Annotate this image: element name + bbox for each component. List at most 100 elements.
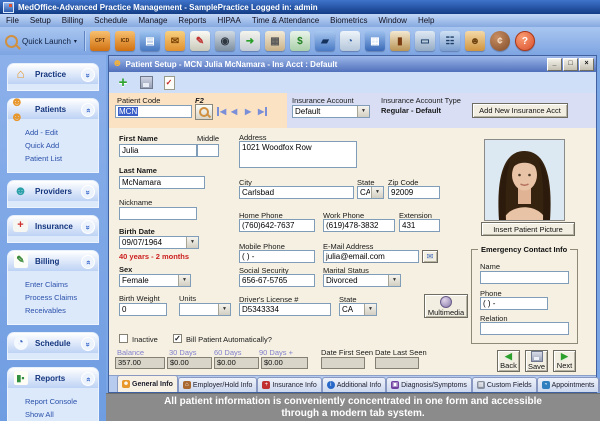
address-input[interactable]: 1021 Woodfox Row	[239, 141, 357, 168]
collapse-chevron-icon[interactable]	[81, 372, 95, 386]
camera-icon[interactable]: ◉	[215, 31, 235, 51]
icd-codes-icon[interactable]: ICD	[115, 31, 135, 51]
multimedia-button[interactable]: Multimedia	[424, 294, 468, 318]
sidebar-item-quick-add[interactable]: Quick Add	[25, 141, 98, 150]
menu-file[interactable]: File	[6, 16, 19, 25]
claims-export-icon[interactable]: ➜	[240, 31, 260, 51]
tab-diagnosis-symptoms[interactable]: ▣Diagnosis/Symptoms	[386, 377, 472, 392]
birth-weight-input[interactable]: 0	[119, 303, 167, 316]
menu-setup[interactable]: Setup	[30, 16, 51, 25]
tab-employer-hold-info[interactable]: ⌂Employer/Hold Info	[178, 377, 258, 392]
network-users-icon[interactable]: ☷	[440, 31, 460, 51]
verify-button[interactable]: ✓	[159, 74, 179, 91]
last-name-input[interactable]: McNamara	[119, 176, 205, 189]
middle-input[interactable]	[197, 144, 219, 157]
menu-biometrics[interactable]: Biometrics	[330, 16, 367, 25]
inactive-checkbox[interactable]	[119, 334, 128, 343]
sidebar-item-receivables[interactable]: Receivables	[25, 306, 98, 315]
fee-calculator-icon[interactable]: ▦	[265, 31, 285, 51]
email-input[interactable]: julia@email.com	[323, 250, 419, 263]
close-button[interactable]	[579, 58, 594, 71]
menu-reports[interactable]: Reports	[178, 16, 206, 25]
emergency-name-input[interactable]	[480, 271, 569, 284]
sidebar-item-process-claims[interactable]: Process Claims	[25, 293, 98, 302]
back-button[interactable]: ◀ Back	[497, 350, 520, 372]
patient-card-icon[interactable]: ▤	[140, 31, 160, 51]
send-email-button[interactable]: ✉	[422, 250, 438, 263]
vehicle-icon[interactable]: ▰	[315, 31, 335, 51]
expand-chevron-icon[interactable]	[81, 220, 95, 234]
statements-icon[interactable]: $	[290, 31, 310, 51]
quick-launch-label[interactable]: Quick Launch	[22, 37, 71, 46]
sidebar-item-show-all[interactable]: Show All	[25, 410, 98, 419]
mobile-phone-input[interactable]: ( ) -	[239, 250, 315, 263]
next-button[interactable]: ▶ Next	[553, 350, 576, 372]
insert-patient-picture-button[interactable]: Insert Patient Picture	[481, 222, 575, 236]
sidebar-item-add-edit[interactable]: Add - Edit	[25, 128, 98, 137]
collapse-chevron-icon[interactable]	[81, 255, 95, 269]
cpt-codes-icon[interactable]: CPT	[90, 31, 110, 51]
save-button[interactable]: Save	[525, 350, 548, 372]
minimize-button[interactable]	[547, 58, 562, 71]
report-clock-icon[interactable]: ◔	[340, 31, 360, 51]
previous-record-button[interactable]: ◀	[231, 107, 237, 116]
collapse-chevron-icon[interactable]	[81, 103, 95, 117]
next-record-button[interactable]: ▶	[245, 107, 251, 116]
first-record-button[interactable]: ◀	[217, 107, 226, 116]
save-patient-button[interactable]	[136, 74, 156, 91]
insurance-account-select[interactable]: Default	[292, 105, 370, 118]
last-record-button[interactable]: ▶	[258, 107, 267, 116]
chart-report-icon[interactable]: ▮	[390, 31, 410, 51]
tab-appointments[interactable]: ◔Appointments	[537, 377, 600, 392]
work-phone-input[interactable]: (619)478-3832	[323, 219, 395, 232]
add-patient-button[interactable]: +	[113, 74, 133, 91]
expand-chevron-icon[interactable]	[81, 185, 95, 199]
sidebar-item-patient-list[interactable]: Patient List	[25, 154, 98, 163]
state-select[interactable]: CA	[357, 186, 384, 199]
home-phone-input[interactable]: (760)642-7637	[239, 219, 315, 232]
zip-code-input[interactable]: 92009	[388, 186, 440, 199]
menu-manage[interactable]: Manage	[139, 16, 168, 25]
emergency-relation-input[interactable]	[480, 322, 569, 335]
nickname-input[interactable]	[119, 207, 197, 220]
expand-chevron-icon[interactable]	[81, 68, 95, 82]
patient-code-input[interactable]: MCN	[115, 105, 192, 118]
menu-hipaa[interactable]: HIPAA	[217, 16, 240, 25]
chevron-down-icon[interactable]: ▾	[74, 38, 77, 45]
menu-window[interactable]: Window	[379, 16, 407, 25]
dl-state-select[interactable]: CA	[339, 303, 377, 316]
first-name-input[interactable]: Julia	[119, 144, 197, 157]
search-icon[interactable]	[5, 35, 18, 48]
extension-input[interactable]: 431	[399, 219, 440, 232]
menu-help[interactable]: Help	[418, 16, 434, 25]
maximize-button[interactable]	[563, 58, 578, 71]
sidebar-item-report-console[interactable]: Report Console	[25, 397, 98, 406]
patient-search-button[interactable]	[195, 104, 213, 120]
user-log-icon[interactable]: ☻	[465, 31, 485, 51]
bill-automatically-checkbox[interactable]	[173, 334, 182, 343]
tab-insurance-info[interactable]: +Insurance Info	[257, 377, 321, 392]
birth-date-input[interactable]: 09/07/1964	[119, 236, 199, 249]
marital-status-select[interactable]: Divorced	[323, 274, 401, 287]
menu-time-attendance[interactable]: Time & Attendance	[252, 16, 319, 25]
tab-custom-fields[interactable]: ▦Custom Fields	[472, 377, 537, 392]
ssn-input[interactable]: 656-67-5765	[239, 274, 315, 287]
tab-general-info[interactable]: ☻General Info	[117, 375, 178, 392]
sidebar-item-enter-claims[interactable]: Enter Claims	[25, 280, 98, 289]
coin-icon[interactable]: ¢	[490, 31, 510, 51]
tab-additional-info[interactable]: iAdditional Info	[322, 377, 386, 392]
help-icon[interactable]: ?	[515, 31, 535, 51]
expand-chevron-icon[interactable]	[81, 337, 95, 351]
menu-billing[interactable]: Billing	[62, 16, 83, 25]
city-input[interactable]: Carlsbad	[239, 186, 354, 199]
drivers-license-input[interactable]: D5343334	[239, 303, 331, 316]
calendar-icon[interactable]: ▦	[365, 31, 385, 51]
patient-notes-icon[interactable]: ✎	[190, 31, 210, 51]
workstation-icon[interactable]: ▭	[415, 31, 435, 51]
units-select[interactable]	[179, 303, 231, 316]
menu-schedule[interactable]: Schedule	[94, 16, 127, 25]
sex-select[interactable]: Female	[119, 274, 191, 287]
emergency-phone-input[interactable]: ( ) -	[480, 297, 548, 310]
messages-icon[interactable]: ✉	[165, 31, 185, 51]
add-new-insurance-button[interactable]: Add New Insurance Acct	[472, 103, 568, 118]
